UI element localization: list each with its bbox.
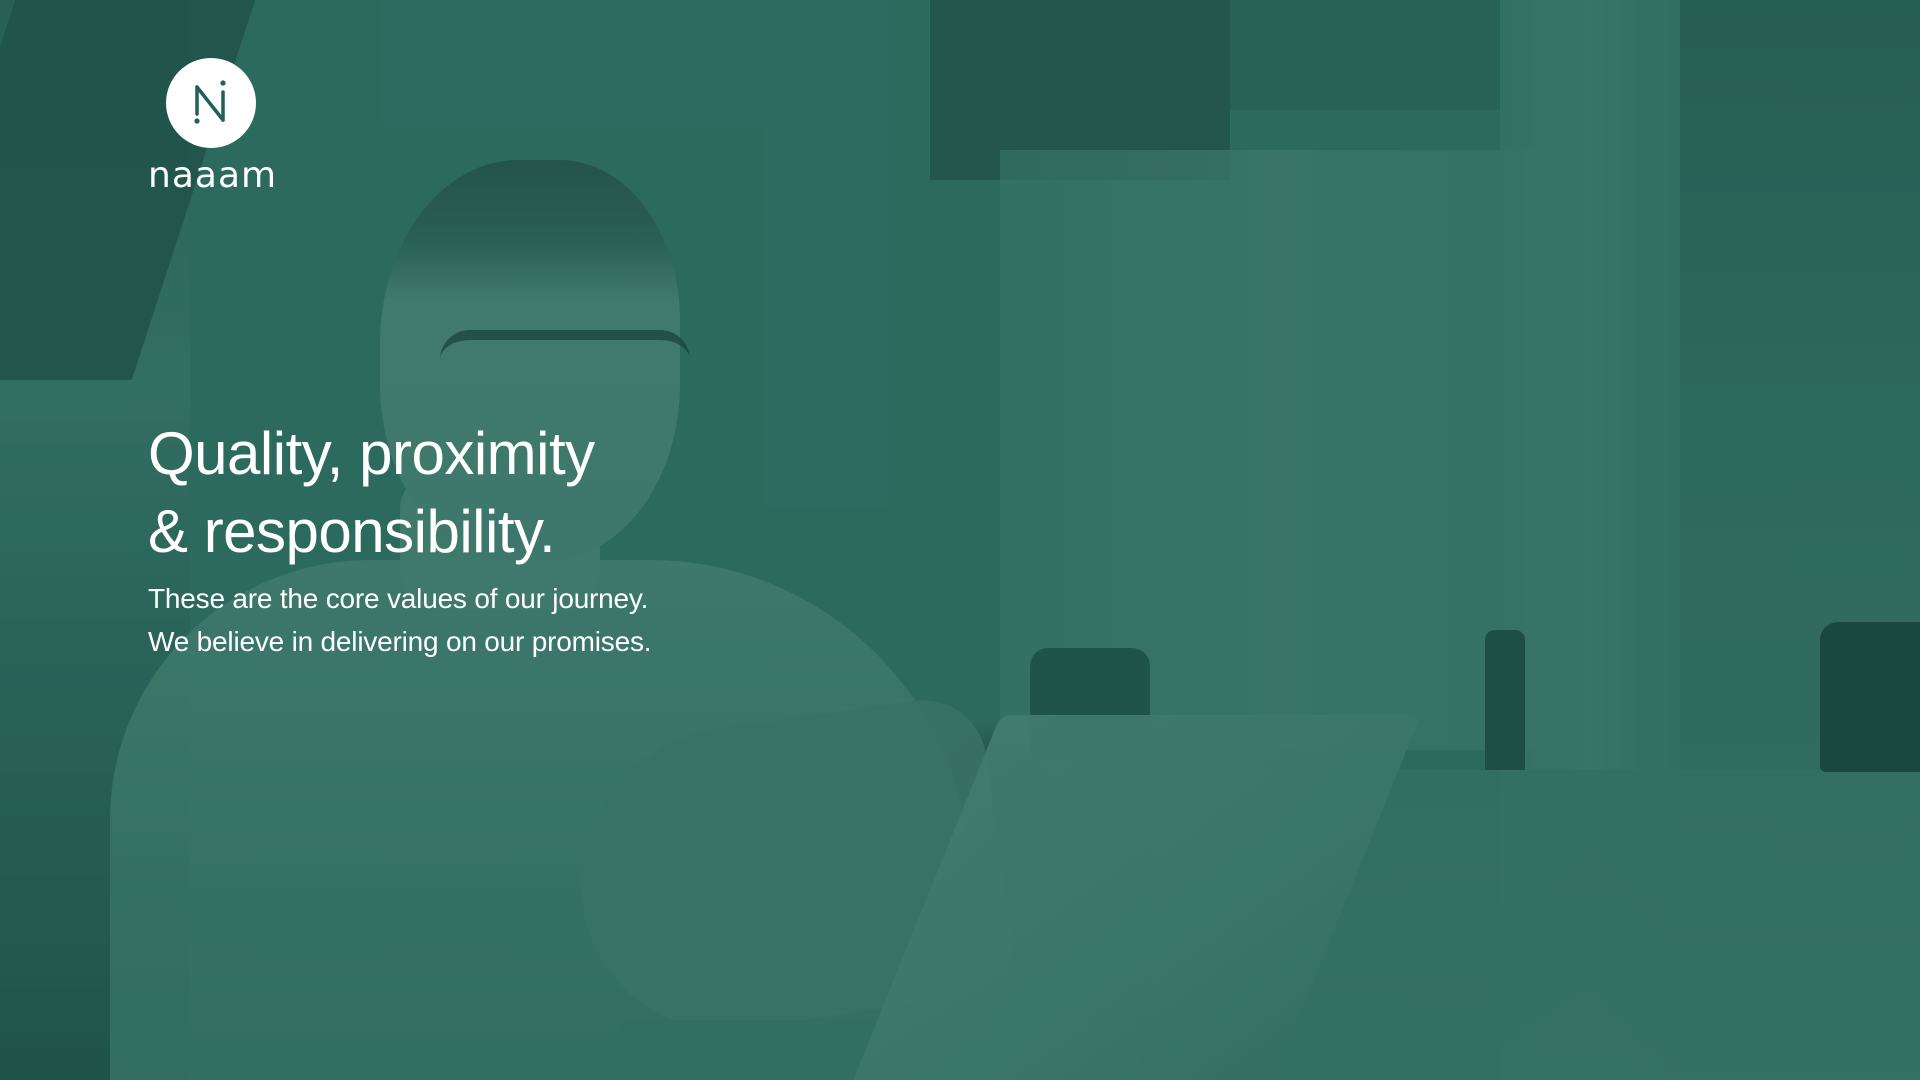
hero-title-line: Quality, proximity (148, 420, 595, 487)
hero-subtitle-line: These are the core values of our journey… (148, 583, 649, 614)
hero-slide: naaam Quality, proximity & responsibilit… (0, 0, 1920, 1080)
hero-title: Quality, proximity & responsibility. (148, 415, 848, 571)
brand-name: naaam (148, 155, 278, 196)
naaam-logo-icon (165, 58, 256, 148)
hero-content: Quality, proximity & responsibility. The… (148, 415, 848, 663)
hero-title-line: & responsibility. (148, 498, 556, 565)
logo-mark-n (193, 80, 226, 124)
brand-logo[interactable]: naaam (148, 58, 278, 196)
hero-subtitle-line: We believe in delivering on our promises… (148, 626, 652, 657)
hero-subtitle: These are the core values of our journey… (148, 577, 848, 663)
